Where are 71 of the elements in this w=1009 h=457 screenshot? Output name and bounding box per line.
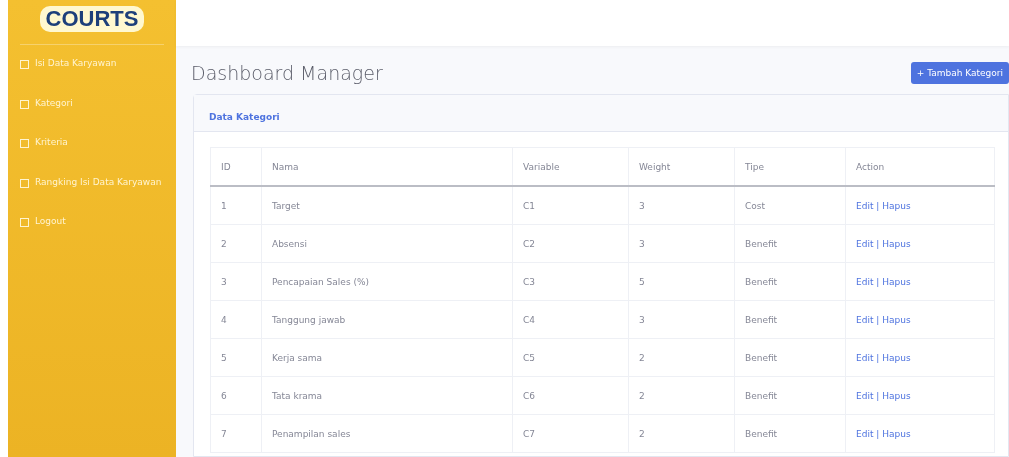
separator: |	[876, 314, 880, 325]
table-cell: Pencapaian Sales (%)	[261, 262, 513, 301]
table-cell: 2	[628, 338, 735, 377]
table-cell: C1	[512, 186, 629, 225]
column-header: Tipe	[734, 147, 846, 186]
delete-link[interactable]: Hapus	[882, 314, 911, 325]
table-cell: C5	[512, 338, 629, 377]
edit-link[interactable]: Edit	[856, 390, 874, 401]
page-title: Dashboard Manager	[191, 62, 383, 84]
table-cell: C2	[512, 224, 629, 263]
table-cell: C4	[512, 300, 629, 339]
table-cell: 5	[628, 262, 735, 301]
column-header: Action	[845, 147, 995, 186]
edit-link[interactable]: Edit	[856, 200, 874, 211]
table-cell: Absensi	[261, 224, 513, 263]
table-cell: Tata krama	[261, 376, 513, 415]
column-header: Variable	[512, 147, 629, 186]
column-header: Nama	[261, 147, 513, 186]
separator: |	[876, 238, 880, 249]
delete-link[interactable]: Hapus	[882, 352, 911, 363]
table-cell: Benefit	[734, 414, 846, 453]
edit-link[interactable]: Edit	[856, 314, 874, 325]
table-cell: Tanggung jawab	[261, 300, 513, 339]
separator: |	[876, 200, 880, 211]
table-cell: Benefit	[734, 262, 846, 301]
table-cell: C7	[512, 414, 629, 453]
table-cell: C3	[512, 262, 629, 301]
table-cell: 3	[210, 262, 262, 301]
delete-link[interactable]: Hapus	[882, 200, 911, 211]
delete-link[interactable]: Hapus	[882, 428, 911, 439]
table-cell: 3	[628, 186, 735, 225]
edit-link[interactable]: Edit	[856, 238, 874, 249]
table-cell: 4	[210, 300, 262, 339]
add-category-button[interactable]: + Tambah Kategori	[910, 62, 1009, 84]
table-cell: Benefit	[734, 224, 846, 263]
table-cell: Benefit	[734, 338, 846, 377]
edit-link[interactable]: Edit	[856, 276, 874, 287]
table-cell: C6	[512, 376, 629, 415]
card-title: Data Kategori	[209, 112, 280, 122]
separator: |	[876, 390, 880, 401]
menu-item-icon	[20, 60, 29, 69]
table-cell: Benefit	[734, 376, 846, 415]
table-cell: 2	[628, 376, 735, 415]
logo: COURTS	[39, 6, 145, 32]
column-header: ID	[210, 147, 262, 186]
table-cell: Target	[261, 186, 513, 225]
separator: |	[876, 276, 880, 287]
menu-item-icon	[20, 218, 29, 227]
table-cell: 3	[628, 224, 735, 263]
table-cell: 7	[210, 414, 262, 453]
table-cell: 2	[210, 224, 262, 263]
table-cell: Penampilan sales	[261, 414, 513, 453]
table-cell: Cost	[734, 186, 846, 225]
edit-link[interactable]: Edit	[856, 352, 874, 363]
table-cell: 5	[210, 338, 262, 377]
edit-link[interactable]: Edit	[856, 428, 874, 439]
menu-item-icon	[20, 178, 29, 188]
column-header: Weight	[628, 147, 735, 186]
delete-link[interactable]: Hapus	[882, 238, 911, 249]
delete-link[interactable]: Hapus	[882, 276, 911, 287]
separator: |	[876, 428, 880, 439]
delete-link[interactable]: Hapus	[882, 390, 911, 401]
table-cell: 1	[210, 186, 262, 225]
table-cell: Benefit	[734, 300, 846, 339]
table-cell: 2	[628, 414, 735, 453]
table-cell: Kerja sama	[261, 338, 513, 377]
menu-item-icon	[20, 139, 29, 148]
menu-item-icon	[20, 99, 29, 109]
table-cell: 6	[210, 376, 262, 415]
table-cell: 3	[628, 300, 735, 339]
separator: |	[876, 352, 880, 363]
